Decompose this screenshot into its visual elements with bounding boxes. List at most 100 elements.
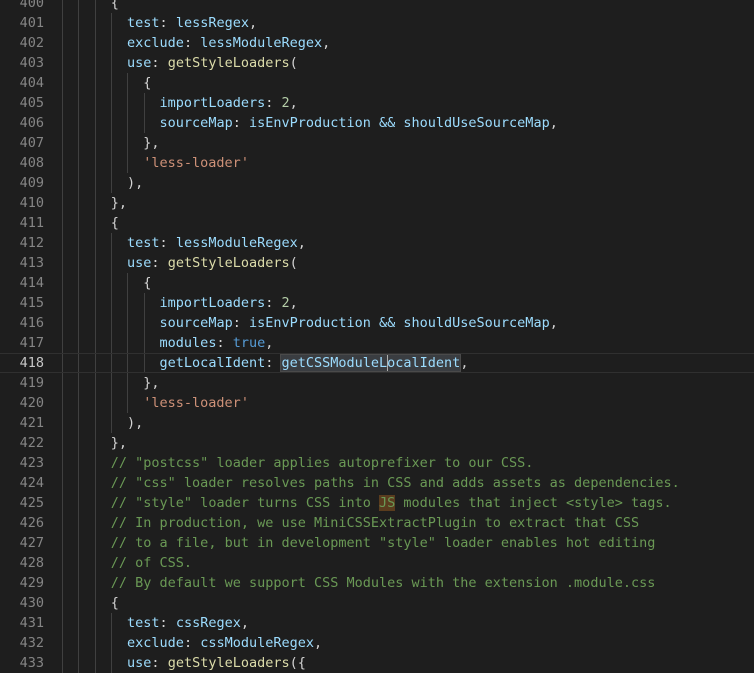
code-line[interactable]: 428 // of CSS. <box>0 553 754 573</box>
code-line[interactable]: 412 test: lessModuleRegex, <box>0 233 754 253</box>
code-line[interactable]: 411 { <box>0 213 754 233</box>
code-line[interactable]: 427 // to a file, but in development "st… <box>0 533 754 553</box>
code-text[interactable]: ), <box>62 173 143 193</box>
property-key: sourceMap <box>159 315 233 331</box>
code-text[interactable]: // "style" loader turns CSS into JS modu… <box>62 493 672 513</box>
code-lines[interactable]: 400 {401 test: lessRegex, 402 exclude: le… <box>0 0 754 673</box>
punctuation: ( <box>289 255 298 271</box>
identifier-part: getCSSModuleL <box>281 355 388 371</box>
line-number: 412 <box>19 235 44 251</box>
code-text[interactable]: }, <box>62 433 127 453</box>
boolean-literal: true <box>232 335 266 351</box>
code-line[interactable]: 413 use: getStyleLoaders( <box>0 253 754 273</box>
code-editor[interactable]: 400 {401 test: lessRegex, 402 exclude: le… <box>0 0 754 673</box>
code-text[interactable]: // In production, we use MiniCSSExtractP… <box>62 513 639 533</box>
code-text[interactable]: // By default we support CSS Modules wit… <box>62 573 656 593</box>
code-line[interactable]: 426 // In production, we use MiniCSSExtr… <box>0 513 754 533</box>
code-line[interactable]: 423 // "postcss" loader applies autopref… <box>0 453 754 473</box>
code-text[interactable]: use: getStyleLoaders( <box>62 53 298 73</box>
code-text[interactable]: }, <box>62 373 159 393</box>
code-line[interactable]: 408 'less-loader' <box>0 153 754 173</box>
code-text[interactable]: use: getStyleLoaders( <box>62 253 298 273</box>
code-text[interactable]: { <box>62 273 151 293</box>
code-line[interactable]: 433 use: getStyleLoaders({ <box>0 653 754 673</box>
code-line[interactable]: 431 test: cssRegex, <box>0 613 754 633</box>
code-text[interactable]: // "css" loader resolves paths in CSS an… <box>62 473 680 493</box>
code-line[interactable]: 407 }, <box>0 133 754 153</box>
punctuation: , <box>297 235 306 251</box>
code-line[interactable]: 406 sourceMap: isEnvProduction && should… <box>0 113 754 133</box>
colon: : <box>159 15 176 31</box>
code-line[interactable]: 418 getLocalIdent: getCSSModuleLocalIden… <box>0 353 754 373</box>
code-text[interactable]: sourceMap: isEnvProduction && shouldUseS… <box>62 113 558 133</box>
code-line[interactable]: 424 // "css" loader resolves paths in CS… <box>0 473 754 493</box>
code-text[interactable]: // "postcss" loader applies autoprefixer… <box>62 453 534 473</box>
property-key: use <box>127 255 152 271</box>
code-line[interactable]: 419 }, <box>0 373 754 393</box>
code-text[interactable]: }, <box>62 193 127 213</box>
code-text[interactable]: { <box>62 213 119 233</box>
property-key: exclude <box>127 35 184 51</box>
punctuation: ), <box>127 175 144 191</box>
code-text[interactable]: getLocalIdent: getCSSModuleLocalIdent, <box>62 354 468 372</box>
code-line[interactable]: 403 use: getStyleLoaders( <box>0 53 754 73</box>
code-line[interactable]: 414 { <box>0 273 754 293</box>
code-text[interactable]: importLoaders: 2, <box>62 293 298 313</box>
property-key: exclude <box>127 635 184 651</box>
code-text[interactable]: 'less-loader' <box>62 393 249 413</box>
code-text[interactable]: exclude: cssModuleRegex, <box>62 633 322 653</box>
property-key: getLocalIdent <box>159 355 266 371</box>
code-line[interactable]: 404 { <box>0 73 754 93</box>
code-text[interactable]: modules: true, <box>62 333 274 353</box>
colon: : <box>216 335 233 351</box>
code-text[interactable]: }, <box>62 133 160 153</box>
code-line[interactable]: 410 }, <box>0 193 754 213</box>
code-line[interactable]: 420 'less-loader' <box>0 393 754 413</box>
string-literal: 'less-loader' <box>143 395 249 411</box>
code-text[interactable]: { <box>62 0 119 13</box>
code-text[interactable]: ), <box>62 413 143 433</box>
code-text[interactable]: use: getStyleLoaders({ <box>62 653 306 673</box>
code-text[interactable]: { <box>62 73 151 93</box>
punctuation: , <box>289 95 298 111</box>
code-text[interactable]: exclude: lessModuleRegex, <box>62 33 330 53</box>
line-number: 420 <box>19 395 44 411</box>
selected-identifier[interactable]: getCSSModuleLocalIdent <box>280 354 462 372</box>
code-text[interactable]: importLoaders: 2, <box>62 93 298 113</box>
code-line[interactable]: 430 { <box>0 593 754 613</box>
code-line[interactable]: 429 // By default we support CSS Modules… <box>0 573 754 593</box>
code-text[interactable]: // to a file, but in development "style"… <box>62 533 656 553</box>
code-line[interactable]: 402 exclude: lessModuleRegex, <box>0 33 754 53</box>
code-text[interactable]: test: lessModuleRegex, <box>62 233 306 253</box>
code-line[interactable]: 400 { <box>0 0 754 13</box>
property-key: importLoaders <box>159 95 266 111</box>
punctuation: { <box>110 215 119 231</box>
code-line[interactable]: 422 }, <box>0 433 754 453</box>
line-number: 409 <box>19 175 44 191</box>
code-line[interactable]: 401 test: lessRegex, <box>0 13 754 33</box>
code-line[interactable]: 416 sourceMap: isEnvProduction && should… <box>0 313 754 333</box>
code-text[interactable]: { <box>62 593 119 613</box>
code-line[interactable]: 409 ), <box>0 173 754 193</box>
code-text[interactable]: 'less-loader' <box>62 153 249 173</box>
number-literal: 2 <box>281 295 290 311</box>
code-text[interactable]: test: lessRegex, <box>62 13 257 33</box>
code-line[interactable]: 405 importLoaders: 2, <box>0 93 754 113</box>
code-text[interactable]: sourceMap: isEnvProduction && shouldUseS… <box>62 313 558 333</box>
line-number: 403 <box>19 55 44 71</box>
line-number: 407 <box>19 135 44 151</box>
punctuation: }, <box>143 135 160 151</box>
property-key: use <box>127 55 152 71</box>
code-line[interactable]: 415 importLoaders: 2, <box>0 293 754 313</box>
code-line[interactable]: 417 modules: true, <box>0 333 754 353</box>
code-line[interactable]: 432 exclude: cssModuleRegex, <box>0 633 754 653</box>
code-text[interactable]: test: cssRegex, <box>62 613 249 633</box>
property-key: importLoaders <box>159 295 266 311</box>
code-line[interactable]: 425 // "style" loader turns CSS into JS … <box>0 493 754 513</box>
code-text[interactable]: // of CSS. <box>62 553 192 573</box>
code-line[interactable]: 421 ), <box>0 413 754 433</box>
